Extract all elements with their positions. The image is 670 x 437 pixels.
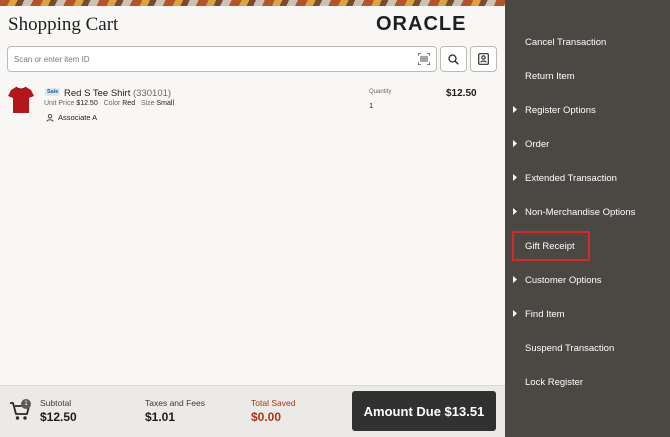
subtotal-label: Subtotal [40, 398, 72, 408]
menu-item-find-item[interactable]: Find Item [505, 301, 670, 327]
chevron-right-icon [513, 140, 517, 147]
taxes-label: Taxes and Fees [145, 398, 206, 408]
menu-item-lock-register[interactable]: Lock Register [505, 369, 670, 395]
sale-badge: Sale [45, 88, 61, 96]
unit-price-label: Unit Price [44, 100, 75, 107]
menu-item-register-options[interactable]: Register Options [505, 97, 670, 123]
menu-item-return-item[interactable]: Return Item [505, 63, 670, 89]
person-icon [46, 113, 54, 122]
oracle-logo: ORACLE [376, 13, 466, 34]
cart-line-item[interactable]: Sale Red S Tee Shirt (330101) Unit Price… [0, 84, 505, 134]
menu-item-label: Register Options [525, 105, 596, 116]
quantity-value: 1 [369, 101, 374, 110]
menu-item-suspend-transaction[interactable]: Suspend Transaction [505, 335, 670, 361]
tee-shirt-thumbnail [8, 86, 34, 113]
chevron-right-icon [513, 208, 517, 215]
menu-item-non-merchandise-options[interactable]: Non-Merchandise Options [505, 199, 670, 225]
menu-item-label: Suspend Transaction [525, 343, 615, 354]
search-button[interactable] [440, 46, 467, 72]
menu-item-label: Find Item [525, 309, 565, 320]
size-value: Small [156, 100, 175, 107]
gift-receipt-highlight [512, 231, 590, 261]
menu-item-customer-options[interactable]: Customer Options [505, 267, 670, 293]
item-sku: (330101) [133, 88, 172, 99]
item-title: Red S Tee Shirt [64, 88, 131, 99]
chevron-right-icon [513, 310, 517, 317]
search-box[interactable] [7, 46, 437, 72]
subtotal-block: Subtotal $12.50 [40, 398, 77, 424]
customer-lookup-button[interactable] [470, 46, 497, 72]
oracle-logo-text: ORACLE [376, 13, 466, 34]
menu-item-label: Extended Transaction [525, 173, 617, 184]
page-title: Shopping Cart [8, 14, 119, 35]
color-label: Color [103, 100, 121, 107]
line-price: $12.50 [446, 88, 477, 99]
cart-footer: 1 Subtotal $12.50 Taxes and Fees $1.01 T… [0, 385, 505, 437]
menu-item-extended-transaction[interactable]: Extended Transaction [505, 165, 670, 191]
menu-item-cancel-transaction[interactable]: Cancel Transaction [505, 29, 670, 55]
menu-item-label: Customer Options [525, 275, 602, 286]
associate-name: Associate A [58, 113, 98, 122]
taxes-block: Taxes and Fees $1.01 [145, 398, 205, 424]
chevron-right-icon [513, 174, 517, 181]
menu-item-order[interactable]: Order [505, 131, 670, 157]
chevron-right-icon [513, 106, 517, 113]
taxes-value: $1.01 [145, 410, 176, 424]
item-name: Red S Tee Shirt (330101) [64, 88, 171, 99]
item-attributes: Unit Price $12.50 Color Red Size Small [44, 100, 174, 107]
menu-item-label: Non-Merchandise Options [525, 207, 636, 218]
color-value: Red [122, 100, 136, 107]
total-saved-block: Total Saved $0.00 [251, 398, 295, 424]
search-icon [448, 53, 459, 65]
total-saved-value: $0.00 [251, 410, 282, 424]
size-label: Size [140, 100, 155, 107]
total-saved-label: Total Saved [251, 398, 296, 408]
menu-item-label: Cancel Transaction [525, 37, 607, 48]
cart-count-badge: 1 [21, 399, 31, 409]
cart-main-area: Shopping Cart ORACLE Sale Red S Tee Shir… [0, 6, 505, 437]
chevron-right-icon [513, 276, 517, 283]
menu-item-label: Return Item [525, 71, 575, 82]
menu-item-label: Order [525, 139, 550, 150]
amount-due-button[interactable]: Amount Due $13.51 [352, 391, 496, 431]
barcode-scan-icon[interactable] [418, 53, 430, 65]
actions-side-panel: Cancel Transaction Return Item Register … [505, 0, 670, 437]
menu-item-label: Lock Register [525, 377, 584, 388]
sales-associate: Associate A [46, 113, 97, 122]
search-input[interactable] [8, 47, 408, 71]
customer-card-icon [478, 53, 489, 65]
quantity-label: Quantity [369, 89, 392, 95]
subtotal-value: $12.50 [40, 410, 77, 424]
unit-price-value: $12.50 [76, 100, 98, 107]
